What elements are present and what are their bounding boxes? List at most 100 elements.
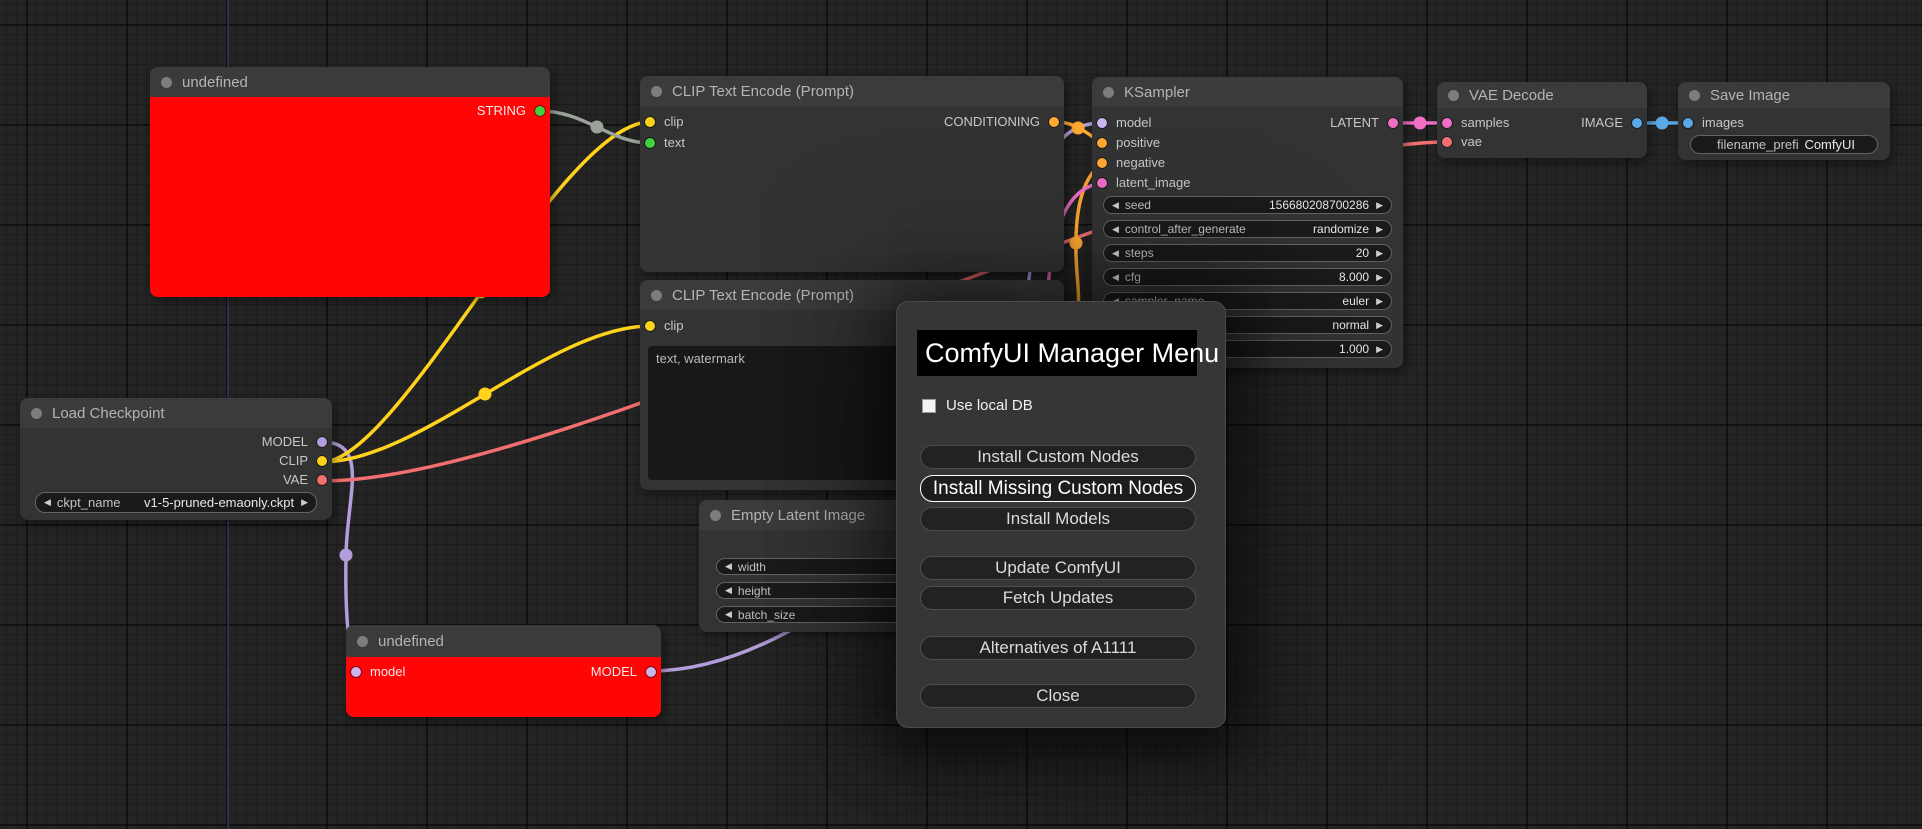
decrement-arrow-icon[interactable]: ◀ [1112, 272, 1119, 282]
conditioning-slot-dot[interactable] [1097, 138, 1107, 148]
increment-arrow-icon[interactable]: ▶ [1376, 344, 1383, 354]
link-dot-clip2[interactable] [478, 387, 492, 401]
model-slot-dot[interactable] [317, 437, 327, 447]
install-missing-custom-nodes-button[interactable]: Install Missing Custom Nodes [920, 475, 1196, 502]
link-dot-latent[interactable] [1413, 116, 1427, 130]
input-slot-negative: negative [1092, 153, 1165, 173]
decrement-arrow-icon[interactable]: ◀ [725, 586, 732, 595]
node-header[interactable]: CLIP Text Encode (Prompt) [640, 76, 1064, 106]
link-dot-string[interactable] [590, 120, 604, 134]
node-header[interactable]: undefined [346, 625, 661, 657]
decrement-arrow-icon[interactable]: ◀ [1112, 224, 1119, 234]
collapse-dot-icon[interactable] [31, 407, 42, 419]
clip-slot-dot[interactable] [645, 321, 655, 331]
manager-menu-buttons: Install Custom Nodes Install Missing Cus… [920, 445, 1196, 708]
node-graph-canvas[interactable]: undefined STRING CLIP Text Encode (Promp… [0, 0, 1922, 829]
latent-slot-dot[interactable] [1442, 118, 1452, 128]
increment-arrow-icon[interactable]: ▶ [1376, 296, 1383, 306]
ckpt-name-widget[interactable]: ◀ ckpt_name v1-5-pruned-emaonly.ckpt ▶ [35, 492, 317, 513]
node-title: Load Checkpoint [52, 404, 165, 422]
node-header[interactable]: VAE Decode [1437, 82, 1647, 108]
node-vae-decode[interactable]: VAE Decode samples vae IMAGE [1437, 82, 1647, 158]
string-slot-dot[interactable] [535, 106, 545, 116]
node-undefined-top[interactable]: undefined STRING [150, 67, 550, 297]
node-undefined-top-header[interactable]: undefined [150, 67, 550, 97]
text-slot-dot[interactable] [645, 138, 655, 148]
wire-clip-to-clip2 [321, 324, 651, 464]
node-header[interactable]: Load Checkpoint [20, 398, 332, 428]
next-arrow-icon[interactable]: ▶ [301, 498, 308, 507]
output-slot-clip: CLIP [279, 451, 332, 471]
node-title: KSampler [1124, 83, 1190, 101]
clip-slot-dot[interactable] [645, 117, 655, 127]
node-title: Save Image [1710, 86, 1791, 104]
input-slot-clip: clip [640, 316, 684, 336]
increment-arrow-icon[interactable]: ▶ [1376, 224, 1383, 234]
link-dot-positive[interactable] [1071, 121, 1085, 135]
decrement-arrow-icon[interactable]: ◀ [1112, 200, 1119, 210]
node-save-image[interactable]: Save Image images filename_prefix ComfyU… [1678, 82, 1890, 160]
use-local-db-checkbox[interactable] [922, 398, 936, 413]
alternatives-of-a1111-button[interactable]: Alternatives of A1111 [920, 636, 1196, 660]
collapse-dot-icon[interactable] [1448, 89, 1459, 101]
input-slot-text: text [640, 133, 685, 153]
node-undefined-bottom[interactable]: undefined model MODEL [346, 625, 661, 717]
link-dot-image[interactable] [1655, 116, 1669, 130]
node-header[interactable]: KSampler [1092, 77, 1403, 107]
collapse-dot-icon[interactable] [1689, 89, 1700, 101]
collapse-dot-icon[interactable] [161, 76, 172, 88]
latent-slot-dot[interactable] [1097, 178, 1107, 188]
collapse-dot-icon[interactable] [710, 509, 721, 521]
input-slot-clip: clip [640, 112, 684, 132]
fetch-updates-button[interactable]: Fetch Updates [920, 586, 1196, 610]
latent-slot-dot[interactable] [1388, 118, 1398, 128]
clip-slot-dot[interactable] [317, 456, 327, 466]
update-comfyui-button[interactable]: Update ComfyUI [920, 556, 1196, 580]
decrement-arrow-icon[interactable]: ◀ [725, 562, 732, 571]
output-slot-image: IMAGE [1581, 113, 1647, 133]
output-slot-latent: LATENT [1330, 113, 1403, 133]
node-clip-text-encode-1[interactable]: CLIP Text Encode (Prompt) clip text COND… [640, 76, 1064, 272]
input-slot-vae: vae [1437, 132, 1482, 152]
seed-widget[interactable]: ◀ seed 156680208700286 ▶ [1103, 196, 1392, 214]
image-slot-dot[interactable] [1683, 118, 1693, 128]
steps-widget[interactable]: ◀ steps 20 ▶ [1103, 244, 1392, 262]
image-slot-dot[interactable] [1632, 118, 1642, 128]
increment-arrow-icon[interactable]: ▶ [1376, 320, 1383, 330]
link-dot-negative[interactable] [1069, 236, 1083, 250]
model-slot-dot[interactable] [1097, 118, 1107, 128]
collapse-dot-icon[interactable] [1103, 86, 1114, 98]
model-slot-dot[interactable] [351, 667, 361, 677]
collapse-dot-icon[interactable] [357, 635, 368, 647]
collapse-dot-icon[interactable] [651, 85, 662, 97]
input-slot-latent-image: latent_image [1092, 173, 1190, 193]
node-load-checkpoint[interactable]: Load Checkpoint MODEL CLIP VAE ◀ ckpt_na… [20, 398, 332, 520]
prev-arrow-icon[interactable]: ◀ [44, 498, 51, 507]
increment-arrow-icon[interactable]: ▶ [1376, 272, 1383, 282]
output-slot-string: STRING [477, 101, 550, 121]
filename-prefix-widget[interactable]: filename_prefix ComfyUI [1690, 135, 1878, 154]
conditioning-slot-dot[interactable] [1097, 158, 1107, 168]
cfg-widget[interactable]: ◀ cfg 8.000 ▶ [1103, 268, 1392, 286]
control-after-generate-widget[interactable]: ◀ control_after_generate randomize ▶ [1103, 220, 1392, 238]
conditioning-slot-dot[interactable] [1049, 117, 1059, 127]
vae-slot-dot[interactable] [1442, 137, 1452, 147]
input-slot-samples: samples [1437, 113, 1509, 133]
output-slot-model: MODEL [262, 432, 332, 452]
node-title: VAE Decode [1469, 86, 1554, 104]
node-error-body [150, 97, 550, 297]
install-models-button[interactable]: Install Models [920, 507, 1196, 531]
decrement-arrow-icon[interactable]: ◀ [725, 610, 732, 619]
decrement-arrow-icon[interactable]: ◀ [1112, 248, 1119, 258]
node-header[interactable]: Save Image [1678, 82, 1890, 108]
increment-arrow-icon[interactable]: ▶ [1376, 200, 1383, 210]
node-title: CLIP Text Encode (Prompt) [672, 286, 855, 304]
vae-slot-dot[interactable] [317, 475, 327, 485]
install-custom-nodes-button[interactable]: Install Custom Nodes [920, 445, 1196, 469]
model-slot-dot[interactable] [646, 667, 656, 677]
wire-string-to-text [539, 109, 651, 145]
increment-arrow-icon[interactable]: ▶ [1376, 248, 1383, 258]
close-button[interactable]: Close [920, 684, 1196, 708]
link-dot-model[interactable] [339, 548, 353, 562]
collapse-dot-icon[interactable] [651, 289, 662, 301]
